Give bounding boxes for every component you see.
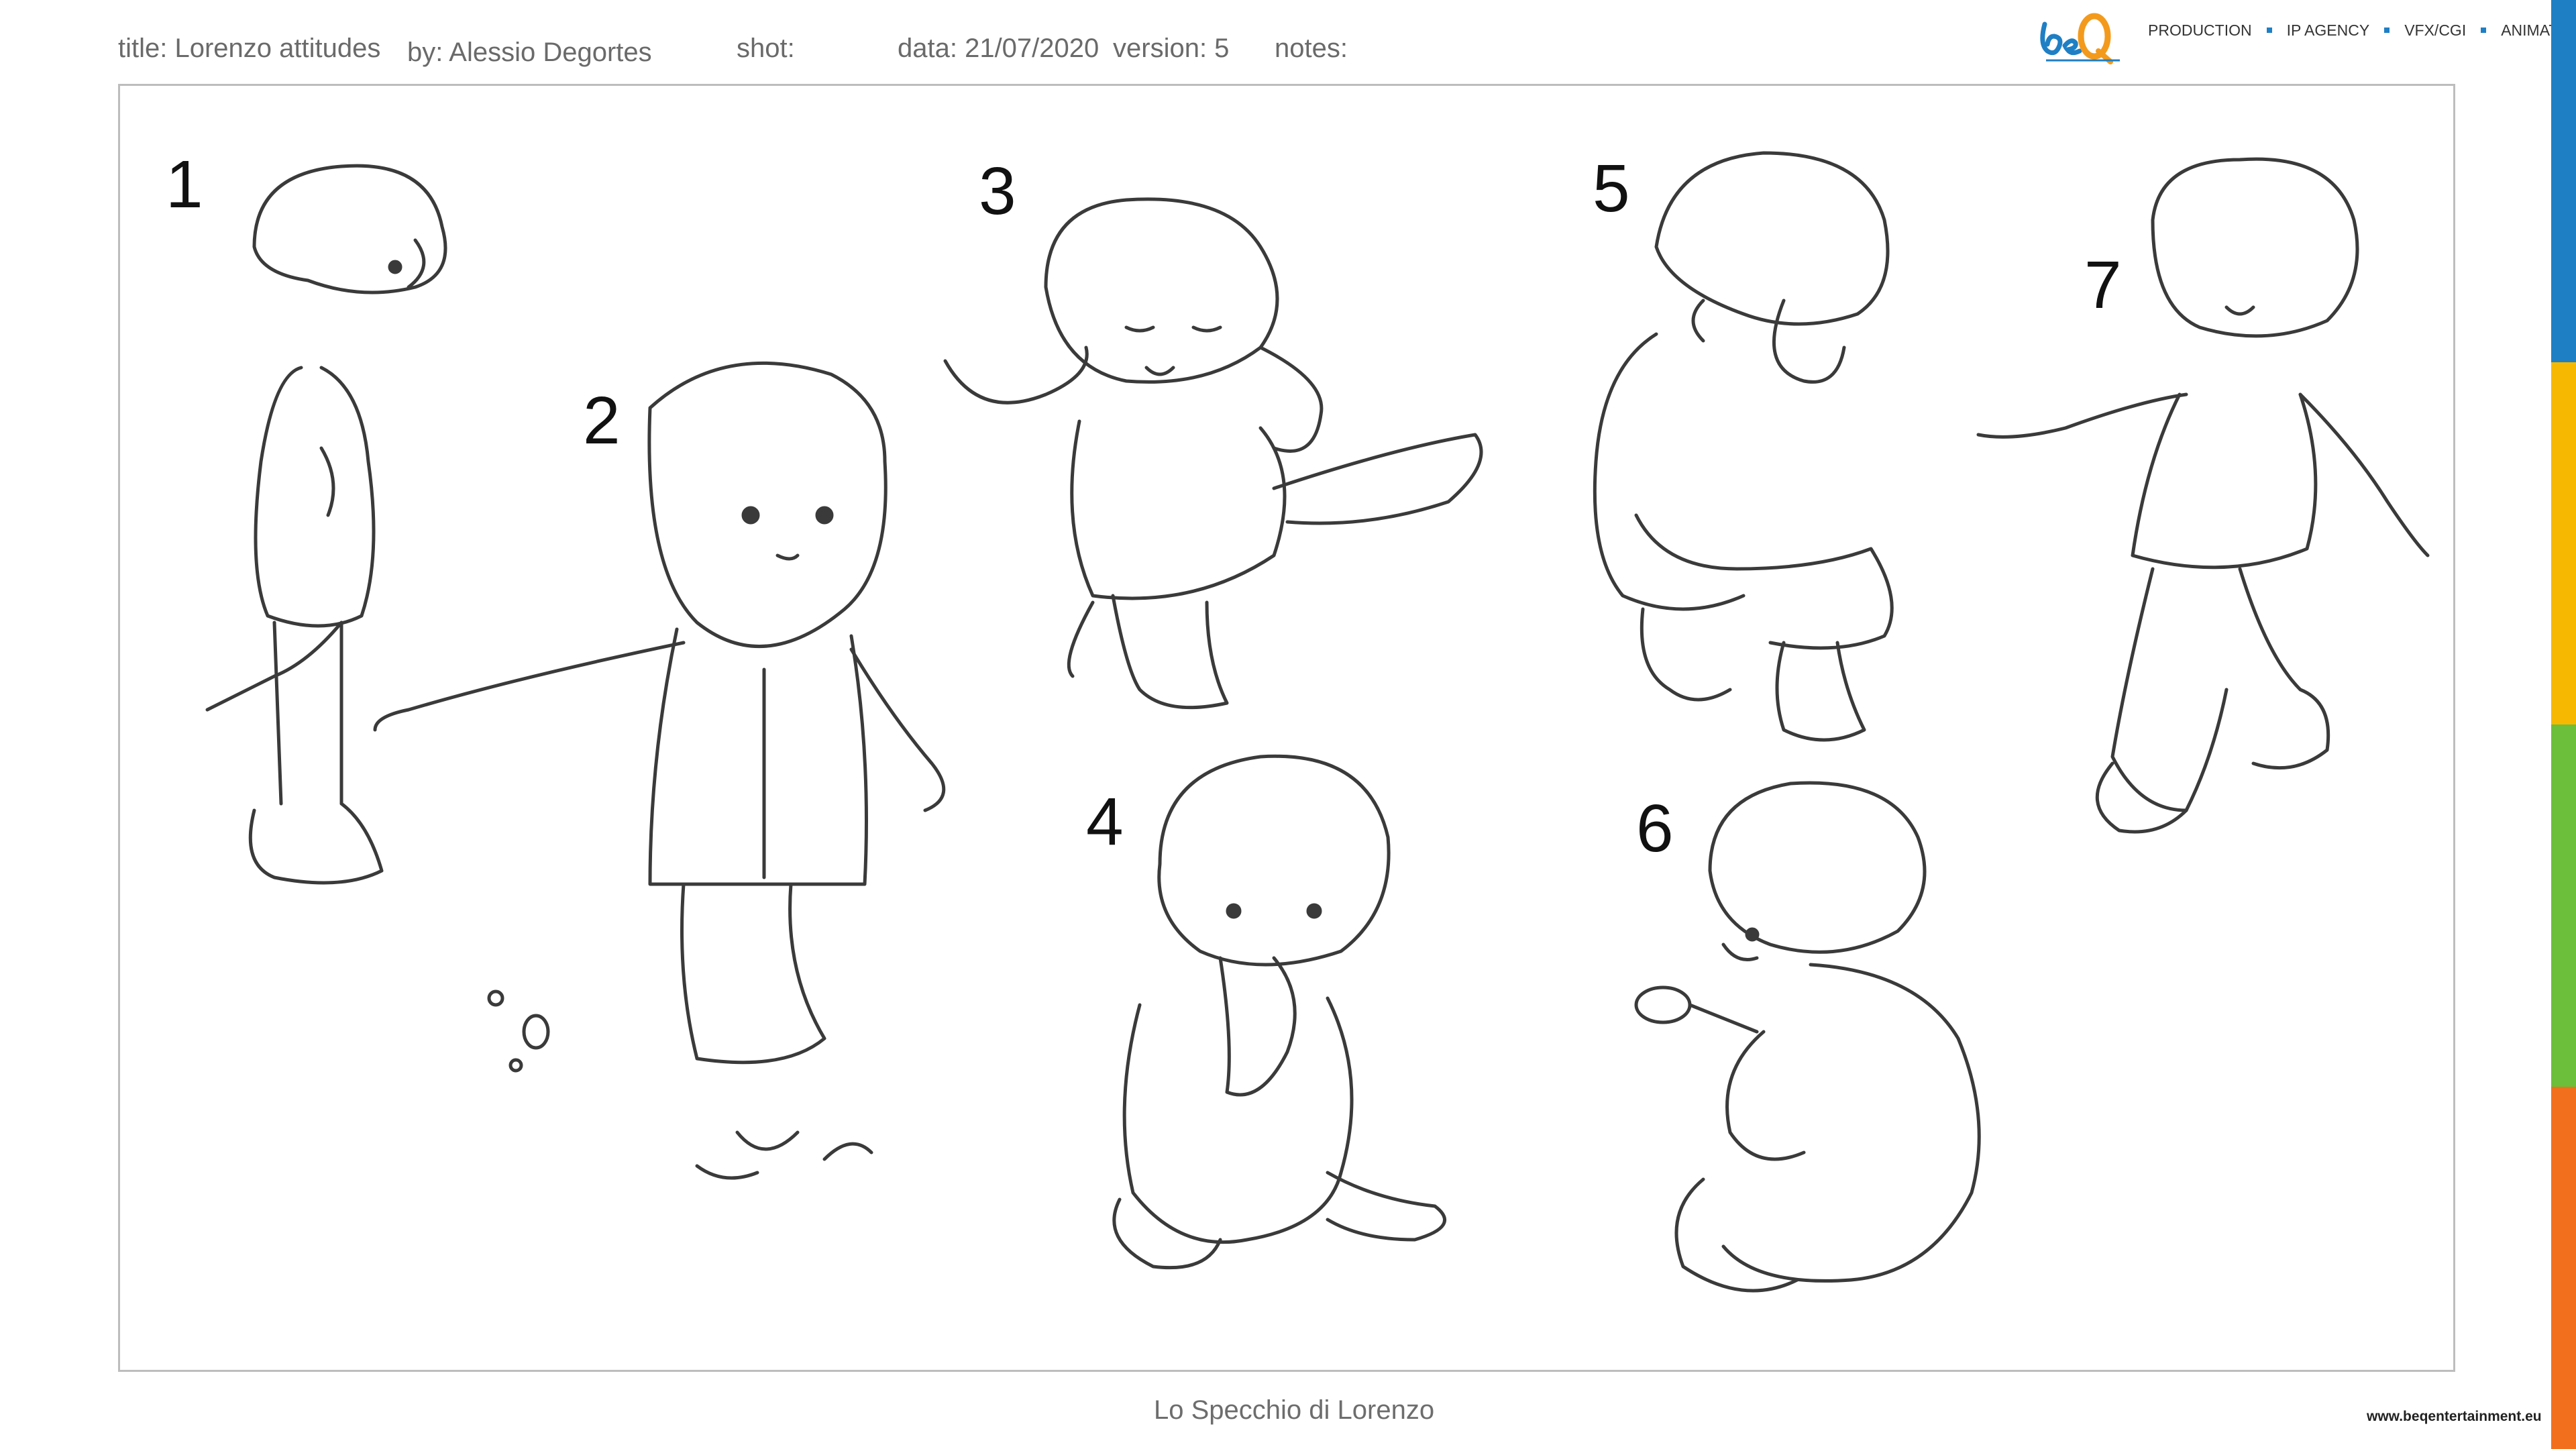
color-bar-orange xyxy=(2551,1087,2576,1449)
pose-number-5: 5 xyxy=(1593,151,1630,226)
pose-number-3: 3 xyxy=(979,154,1016,229)
sheet-date: data: 21/07/2020 xyxy=(898,34,1099,63)
sheet-author: by: Alessio Degortes xyxy=(407,38,652,67)
separator-dot xyxy=(2384,28,2390,33)
separator-dot xyxy=(2481,28,2487,33)
services-list: PRODUCTION IP AGENCY VFX/CGI ANIMATION xyxy=(2148,20,2576,40)
service-production: PRODUCTION xyxy=(2148,21,2252,39)
service-ip-agency: IP AGENCY xyxy=(2286,21,2370,39)
pose-number-7: 7 xyxy=(2084,248,2122,323)
pose-number-6: 6 xyxy=(1636,791,1674,866)
color-bar-yellow xyxy=(2551,362,2576,724)
pose-number-1: 1 xyxy=(166,147,203,222)
color-bar-green xyxy=(2551,724,2576,1087)
sketch-frame: 1 2 3 4 5 6 7 xyxy=(118,84,2455,1372)
pose-3-sketch xyxy=(943,197,1483,710)
pose-number-4: 4 xyxy=(1086,784,1124,859)
sheet-version: version: 5 xyxy=(1113,34,1230,63)
sheet-shot: shot: xyxy=(737,34,795,63)
sheet-notes: notes: xyxy=(1275,34,1348,63)
pose-number-2: 2 xyxy=(583,383,621,458)
pose-5-sketch xyxy=(1593,151,1894,742)
pose-2-sketch xyxy=(373,361,946,1180)
color-bar-blue xyxy=(2551,0,2576,362)
project-title: Lo Specchio di Lorenzo xyxy=(1154,1395,1435,1425)
pose-6-sketch xyxy=(1634,781,1981,1293)
pose-4-sketch xyxy=(1112,754,1447,1270)
sheet-title: title: Lorenzo attitudes xyxy=(118,34,381,63)
separator-dot xyxy=(2266,28,2272,33)
website-link[interactable]: www.beqentertainment.eu xyxy=(2367,1409,2542,1425)
service-vfx-cgi: VFX/CGI xyxy=(2404,21,2467,39)
pose-7-sketch xyxy=(1976,157,2430,834)
pose-1-sketch xyxy=(205,164,447,885)
beq-logo xyxy=(2040,13,2120,64)
